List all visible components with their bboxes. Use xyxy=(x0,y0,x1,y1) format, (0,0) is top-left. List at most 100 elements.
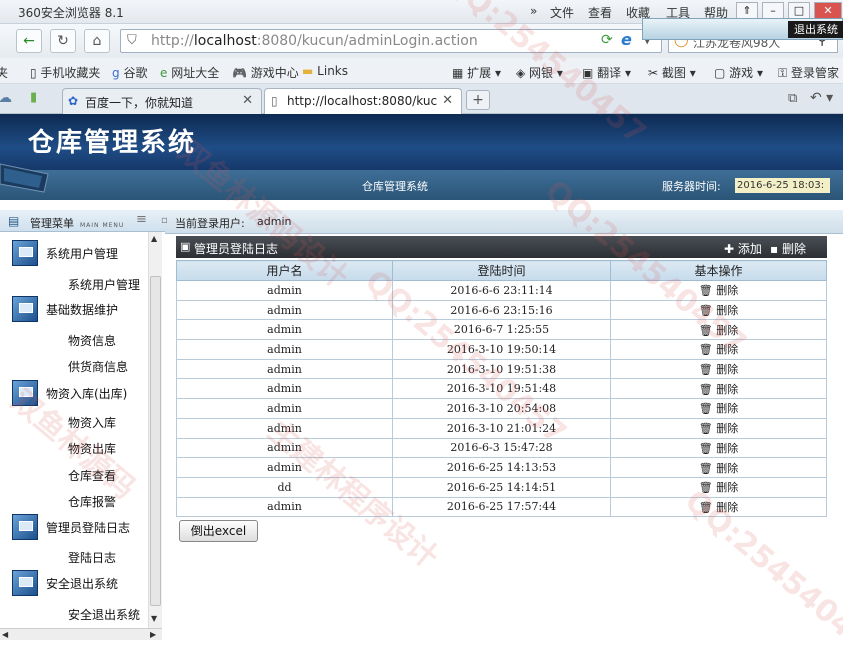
toolbar-games[interactable]: ▢ 游戏 ▾ xyxy=(714,64,763,81)
scroll-left-icon[interactable]: ◀ xyxy=(2,630,8,639)
reload-icon[interactable]: ⟳ xyxy=(601,32,613,48)
row-delete-label: 删除 xyxy=(716,422,739,436)
bookmark-games[interactable]: 🎮 游戏中心 xyxy=(232,64,299,81)
cell-time: 2016-6-7 1:25:55 xyxy=(392,319,611,341)
cell-user: dd xyxy=(176,476,393,498)
sidebar-item-suppliers[interactable]: 供货商信息 xyxy=(68,358,128,375)
row-delete-button[interactable]: 🗑 删除 xyxy=(610,417,827,439)
column-header-actions: 基本操作 xyxy=(610,260,827,281)
sidebar-item-stock-in[interactable]: 物资入库 xyxy=(68,414,116,431)
row-delete-button[interactable]: 🗑 删除 xyxy=(610,319,827,341)
app-header: 仓库管理系统 xyxy=(0,114,843,170)
ie-mode-icon[interactable]: e xyxy=(621,30,632,49)
cloud-icon[interactable]: ☁ xyxy=(0,90,12,106)
server-time-label: 服务器时间: xyxy=(662,180,721,193)
bookmark-links[interactable]: ▬ Links xyxy=(302,64,348,78)
cell-time: 2016-6-3 15:47:28 xyxy=(392,437,611,459)
table-row: admin 2016-3-10 19:51:48 🗑 删除 xyxy=(176,378,827,400)
menu-group-icon xyxy=(12,380,38,406)
row-delete-button[interactable]: 🗑 删除 xyxy=(610,476,827,498)
bookmark-toggle[interactable]: 夹 xyxy=(0,64,8,81)
back-icon[interactable]: ← xyxy=(16,29,42,53)
tab-baidu[interactable]: ✿ 百度一下，你就知道 ✕ xyxy=(62,88,262,114)
sidebar-item-logout[interactable]: 安全退出系统 xyxy=(68,606,140,623)
cell-user: admin xyxy=(176,319,393,341)
cell-user: admin xyxy=(176,496,393,518)
toolbar-bank[interactable]: ◈ 网银 ▾ xyxy=(516,64,563,81)
row-delete-label: 删除 xyxy=(716,382,739,396)
table-row: admin 2016-3-10 19:51:38 🗑 删除 xyxy=(176,358,827,380)
table-row: admin 2016-6-7 1:25:55 🗑 删除 xyxy=(176,319,827,341)
sidebar-item-materials[interactable]: 物资信息 xyxy=(68,332,116,349)
row-delete-button[interactable]: 🗑 删除 xyxy=(610,280,827,301)
delete-button[interactable]: ▪ 删除 xyxy=(770,240,806,257)
sidebar-item-system-users[interactable]: 系统用户管理 xyxy=(68,276,140,293)
address-bar[interactable]: ⛉ http://localhost:8080/kucun/adminLogin… xyxy=(120,29,662,53)
row-delete-button[interactable]: 🗑 删除 xyxy=(610,457,827,478)
trash-icon: 🗑 xyxy=(698,422,713,436)
menu-group-icon xyxy=(12,570,38,596)
undo-icon[interactable]: ↶ ▾ xyxy=(810,90,833,106)
bookmark-sites[interactable]: e 网址大全 xyxy=(160,64,219,81)
sidebar-item-stock-out[interactable]: 物资出库 xyxy=(68,440,116,457)
sidebar-item-login-log[interactable]: 登陆日志 xyxy=(68,549,116,566)
phone-icon[interactable]: ▮ xyxy=(30,90,37,105)
row-delete-button[interactable]: 🗑 删除 xyxy=(610,378,827,400)
cell-user: admin xyxy=(176,457,393,478)
toolbar-screenshot[interactable]: ✂ 截图 ▾ xyxy=(648,64,696,81)
restore-tab-icon[interactable]: ⧉ xyxy=(788,91,797,106)
row-delete-button[interactable]: 🗑 删除 xyxy=(610,299,827,321)
tab-localhost[interactable]: ▯ http://localhost:8080/kucun ✕ xyxy=(264,88,462,114)
row-delete-label: 删除 xyxy=(716,402,739,416)
scrollbar-thumb[interactable] xyxy=(150,276,161,606)
table-row: admin 2016-6-3 15:47:28 🗑 删除 xyxy=(176,437,827,459)
panel-icon: ▣ xyxy=(180,240,191,253)
menu-arrow-icon[interactable]: » xyxy=(530,4,537,18)
close-tab-icon[interactable]: ✕ xyxy=(442,93,453,108)
column-header-user: 用户名 xyxy=(176,260,393,281)
scroll-right-icon[interactable]: ▶ xyxy=(150,630,156,639)
sidebar-horizontal-scrollbar[interactable]: ◀ ▶ xyxy=(0,628,162,640)
bookmarks-bar: 夹 ▯ 手机收藏夹 g 谷歌 e 网址大全 🎮 游戏中心 ▬ Links ▦ 扩… xyxy=(0,58,843,84)
row-delete-button[interactable]: 🗑 删除 xyxy=(610,339,827,360)
close-tab-icon[interactable]: ✕ xyxy=(242,93,253,108)
row-delete-button[interactable]: 🗑 删除 xyxy=(610,496,827,518)
export-excel-button[interactable]: 倒出excel xyxy=(179,520,258,542)
menu-group-icon xyxy=(12,296,38,322)
trash-icon: 🗑 xyxy=(698,323,713,337)
table-row: admin 2016-6-6 23:15:16 🗑 删除 xyxy=(176,299,827,321)
tab-label: 百度一下，你就知道 xyxy=(85,96,194,110)
table-header-row: 用户名 登陆时间 基本操作 xyxy=(176,260,827,281)
row-delete-label: 删除 xyxy=(716,481,739,495)
collapse-icon[interactable]: ≡ xyxy=(136,212,147,227)
row-delete-button[interactable]: 🗑 删除 xyxy=(610,398,827,419)
table-row: admin 2016-6-25 14:13:53 🗑 删除 xyxy=(176,457,827,478)
trash-icon: 🗑 xyxy=(698,363,713,377)
toolbar-login-manager[interactable]: ⚿ 登录管家 xyxy=(778,64,839,81)
refresh-icon[interactable]: ↻ xyxy=(50,29,76,53)
bookmark-mobile[interactable]: ▯ 手机收藏夹 xyxy=(30,64,100,81)
column-header-time: 登陆时间 xyxy=(392,260,611,281)
table-row: admin 2016-6-6 23:11:14 🗑 删除 xyxy=(176,280,827,301)
new-tab-icon[interactable]: + xyxy=(466,90,490,110)
sidebar-item-warehouse-view[interactable]: 仓库查看 xyxy=(68,467,116,484)
bookmark-google[interactable]: g 谷歌 xyxy=(112,64,147,81)
menu-file[interactable]: 文件 xyxy=(550,4,574,21)
cell-time: 2016-6-25 14:14:51 xyxy=(392,476,611,498)
monitor-logo-icon xyxy=(0,163,49,193)
home-icon[interactable]: ⌂ xyxy=(84,29,110,53)
add-button[interactable]: ✚ 添加 xyxy=(724,240,762,257)
server-time-value: 2016-6-25 18:03: xyxy=(735,178,830,193)
trash-icon: 🗑 xyxy=(698,441,713,455)
scroll-down-icon[interactable]: ▼ xyxy=(151,614,157,623)
menu-view[interactable]: 查看 xyxy=(588,4,612,21)
sidebar-item-warehouse-alarm[interactable]: 仓库报警 xyxy=(68,493,116,510)
exit-system-button[interactable]: 退出系统 xyxy=(788,21,843,38)
toolbar-translate[interactable]: ▣ 翻译 ▾ xyxy=(582,64,631,81)
toolbar-extensions[interactable]: ▦ 扩展 ▾ xyxy=(452,64,501,81)
row-delete-button[interactable]: 🗑 删除 xyxy=(610,358,827,380)
group-label: 基础数据维护 xyxy=(46,303,119,317)
scroll-up-icon[interactable]: ▲ xyxy=(151,234,157,243)
shield-icon: ⛉ xyxy=(127,33,137,48)
row-delete-button[interactable]: 🗑 删除 xyxy=(610,437,827,459)
